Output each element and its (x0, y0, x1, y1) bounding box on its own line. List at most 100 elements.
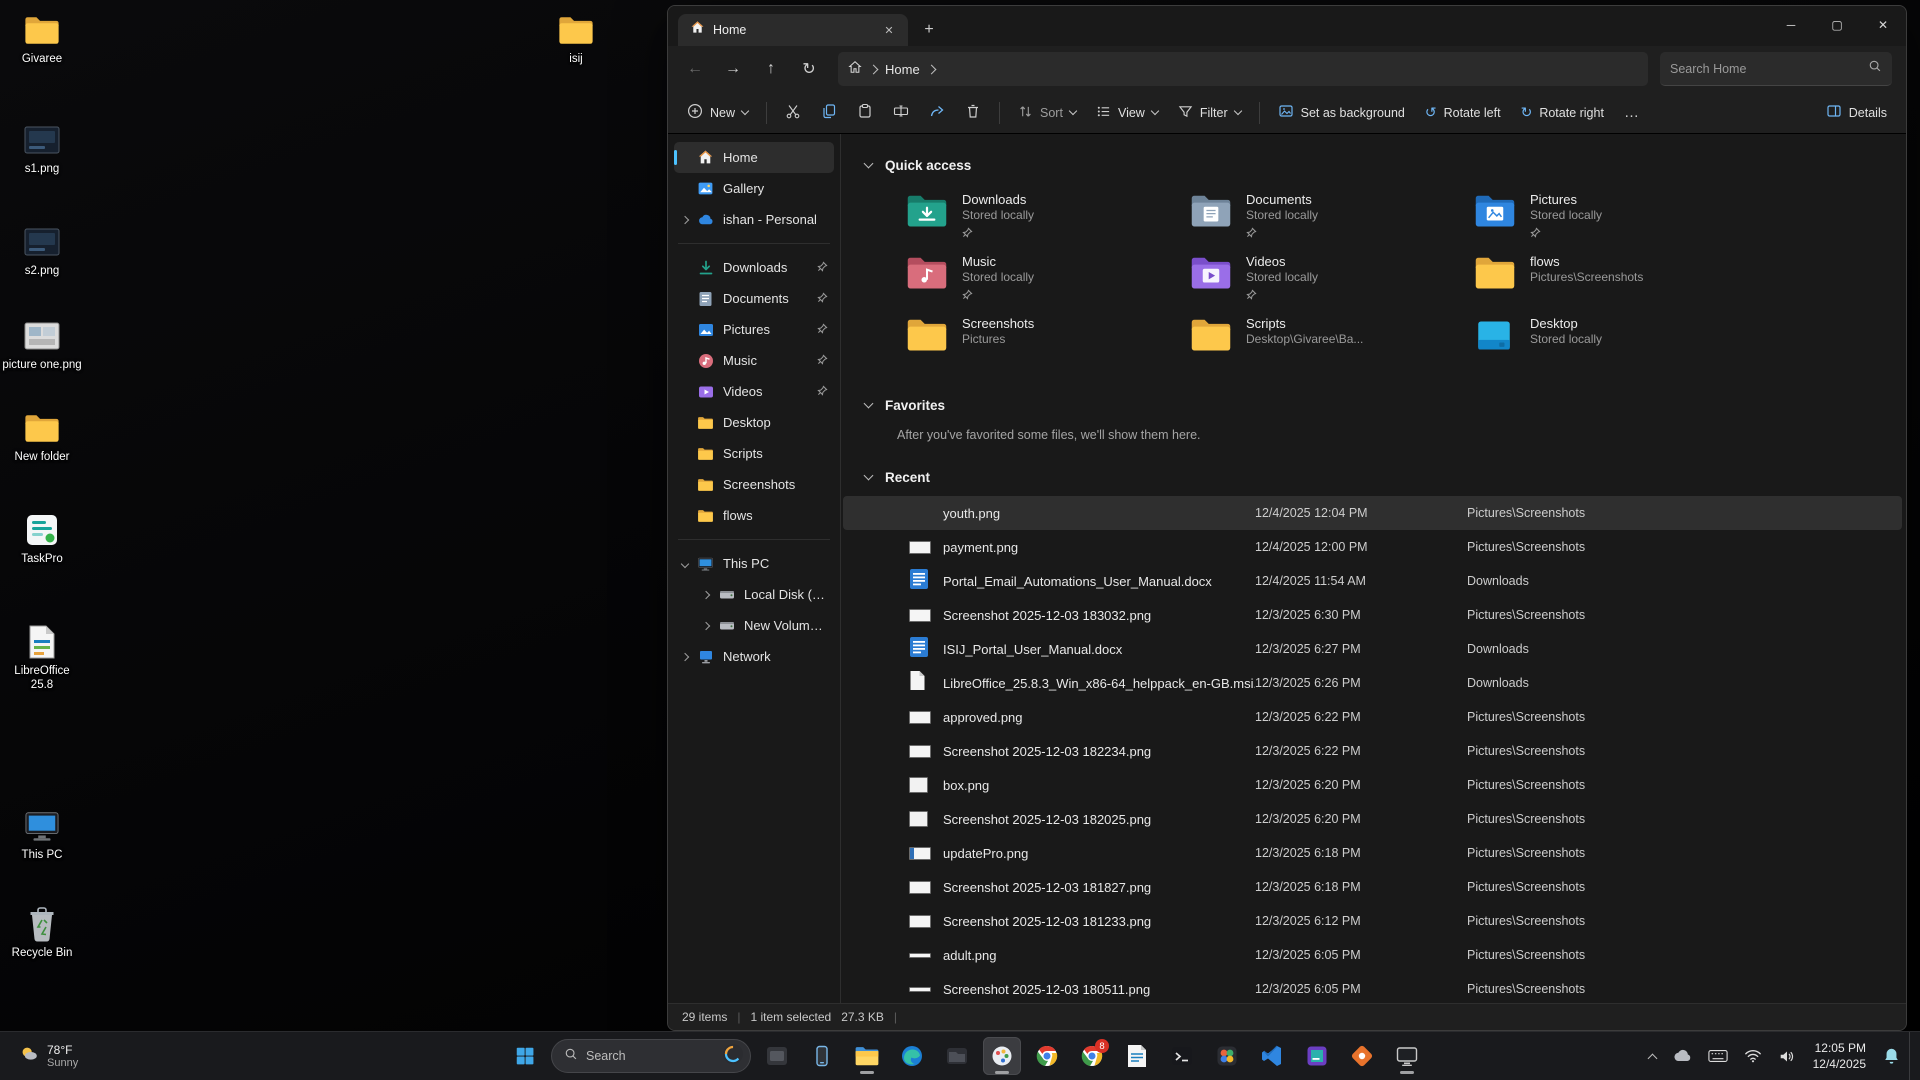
sidebar-item-pictures[interactable]: Pictures (674, 314, 834, 345)
onedrive-tray-icon[interactable] (1665, 1037, 1699, 1075)
chevron-down-icon[interactable] (681, 559, 689, 567)
taskbar-app-vscode[interactable] (1253, 1037, 1291, 1075)
taskbar-app-chrome-browser[interactable] (1028, 1037, 1066, 1075)
quick-access-screenshots[interactable]: Screenshots Pictures (897, 310, 1181, 368)
desktop-icon-isij[interactable]: isij (534, 12, 618, 66)
sidebar-item-local-disk-c-[interactable]: Local Disk (C:) (674, 579, 834, 610)
sidebar-item-music[interactable]: Music (674, 345, 834, 376)
taskbar-app-diamond-app[interactable] (1343, 1037, 1381, 1075)
forward-button[interactable]: → (716, 53, 750, 85)
taskbar-app-color-app[interactable] (1208, 1037, 1246, 1075)
quick-access-desktop[interactable]: Desktop Stored locally (1465, 310, 1749, 368)
quick-access-music[interactable]: Music Stored locally (897, 248, 1181, 306)
wifi-icon[interactable] (1737, 1037, 1769, 1075)
taskbar-app-paint-app[interactable] (983, 1037, 1021, 1075)
details-pane-button[interactable]: Details (1817, 97, 1896, 129)
quick-access-header[interactable]: Quick access (841, 152, 1906, 178)
sidebar-item-scripts[interactable]: Scripts (674, 438, 834, 469)
quick-access-scripts[interactable]: Scripts Desktop\Givaree\Ba... (1181, 310, 1465, 368)
tab-close-icon[interactable]: ✕ (878, 19, 900, 41)
quick-access-flows[interactable]: flows Pictures\Screenshots (1465, 248, 1749, 306)
show-desktop-button[interactable] (1909, 1032, 1914, 1080)
recent-file-row[interactable]: adult.png 12/3/2025 6:05 PM Pictures\Scr… (843, 938, 1902, 972)
sidebar-item-network[interactable]: Network (674, 641, 834, 672)
desktop-icon-picture-one-png[interactable]: picture one.png (0, 318, 84, 372)
quick-access-videos[interactable]: Videos Stored locally (1181, 248, 1465, 306)
up-button[interactable]: ↑ (754, 53, 788, 85)
section-collapse-icon[interactable] (864, 399, 874, 409)
taskbar-app-display-app[interactable] (1388, 1037, 1426, 1075)
recent-file-row[interactable]: updatePro.png 12/3/2025 6:18 PM Pictures… (843, 836, 1902, 870)
volume-icon[interactable] (1771, 1037, 1803, 1075)
taskbar-app-file-explorer[interactable] (848, 1037, 886, 1075)
breadcrumb-home-icon[interactable] (848, 60, 862, 79)
minimize-button[interactable]: ─ (1768, 6, 1814, 44)
recent-file-row[interactable]: box.png 12/3/2025 6:20 PM Pictures\Scree… (843, 768, 1902, 802)
recent-file-row[interactable]: Screenshot 2025-12-03 182234.png 12/3/20… (843, 734, 1902, 768)
paste-button[interactable] (848, 97, 882, 129)
chevron-right-icon[interactable] (702, 621, 710, 629)
sidebar-item-videos[interactable]: Videos (674, 376, 834, 407)
sidebar-item-documents[interactable]: Documents (674, 283, 834, 314)
view-button[interactable]: View (1087, 97, 1167, 129)
chevron-right-icon[interactable] (681, 652, 689, 660)
tab-home[interactable]: Home ✕ (678, 14, 908, 46)
recent-file-row[interactable]: ISIJ_Portal_User_Manual.docx 12/3/2025 6… (843, 632, 1902, 666)
recent-file-row[interactable]: Portal_Email_Automations_User_Manual.doc… (843, 564, 1902, 598)
copy-button[interactable] (812, 97, 846, 129)
desktop-icon-new-folder[interactable]: New folder (0, 410, 84, 464)
recent-file-row[interactable]: approved.png 12/3/2025 6:22 PM Pictures\… (843, 700, 1902, 734)
taskbar-app-purple-ide[interactable] (1298, 1037, 1336, 1075)
desktop-icon-this-pc[interactable]: This PC (0, 808, 84, 862)
tray-chevron-up-icon[interactable] (1642, 1037, 1663, 1075)
breadcrumb[interactable]: Home (838, 52, 1648, 86)
close-button[interactable]: ✕ (1860, 6, 1906, 44)
sidebar-item-desktop[interactable]: Desktop (674, 407, 834, 438)
recent-file-row[interactable]: Screenshot 2025-12-03 181827.png 12/3/20… (843, 870, 1902, 904)
breadcrumb-segment[interactable]: Home (885, 62, 920, 77)
taskbar-clock[interactable]: 12:05 PM 12/4/2025 (1805, 1040, 1874, 1072)
recent-file-row[interactable]: Screenshot 2025-12-03 182025.png 12/3/20… (843, 802, 1902, 836)
quick-access-documents[interactable]: Documents Stored locally (1181, 186, 1465, 244)
rotate-right-button[interactable]: ↻Rotate right (1512, 97, 1613, 129)
delete-button[interactable] (956, 97, 990, 129)
quick-access-downloads[interactable]: Downloads Stored locally (897, 186, 1181, 244)
chevron-right-icon[interactable] (702, 590, 710, 598)
taskbar-app-dark-folder-app[interactable] (938, 1037, 976, 1075)
recent-file-row[interactable]: payment.png 12/4/2025 12:00 PM Pictures\… (843, 530, 1902, 564)
rotate-left-button[interactable]: ↺Rotate left (1416, 97, 1510, 129)
desktop-icon-s2-png[interactable]: s2.png (0, 224, 84, 278)
taskbar-app-phone-link[interactable] (803, 1037, 841, 1075)
taskbar-app-terminal[interactable] (1163, 1037, 1201, 1075)
sidebar-item-new-volume-d-[interactable]: New Volume (D:) (674, 610, 834, 641)
sort-button[interactable]: Sort (1009, 97, 1085, 129)
maximize-button[interactable]: ▢ (1814, 6, 1860, 44)
rename-button[interactable] (884, 97, 918, 129)
sidebar-item-downloads[interactable]: Downloads (674, 252, 834, 283)
section-collapse-icon[interactable] (864, 471, 874, 481)
sidebar-item-ishan-personal[interactable]: ishan - Personal (674, 204, 834, 235)
recent-header[interactable]: Recent (841, 464, 1906, 490)
sidebar-item-this-pc[interactable]: This PC (674, 548, 834, 579)
touch-keyboard-icon[interactable] (1701, 1037, 1735, 1075)
sidebar-item-gallery[interactable]: Gallery (674, 173, 834, 204)
taskbar-app-edge-browser[interactable] (893, 1037, 931, 1075)
more-options-button[interactable]: … (1615, 97, 1648, 129)
quick-access-pictures[interactable]: Pictures Stored locally (1465, 186, 1749, 244)
search-box[interactable]: Search Home (1660, 52, 1892, 86)
taskbar-app-chrome-profile-2[interactable]: 8 (1073, 1037, 1111, 1075)
set-as-background-button[interactable]: Set as background (1269, 97, 1414, 129)
cut-button[interactable] (776, 97, 810, 129)
recent-file-row[interactable]: Screenshot 2025-12-03 180511.png 12/3/20… (843, 972, 1902, 1003)
favorites-header[interactable]: Favorites (841, 392, 1906, 418)
section-collapse-icon[interactable] (864, 159, 874, 169)
notification-bell-icon[interactable] (1876, 1037, 1907, 1075)
desktop-icon-libreoffice-25-8[interactable]: LibreOffice 25.8 (0, 624, 84, 693)
taskbar-app-libreoffice-writer[interactable] (1118, 1037, 1156, 1075)
start-button[interactable] (506, 1037, 544, 1075)
new-button[interactable]: New (678, 97, 757, 129)
weather-widget[interactable]: 78°F Sunny (10, 1032, 86, 1080)
desktop-icon-s1-png[interactable]: s1.png (0, 122, 84, 176)
taskbar-app-mail-app[interactable] (758, 1037, 796, 1075)
recent-file-row[interactable]: LibreOffice_25.8.3_Win_x86-64_helppack_e… (843, 666, 1902, 700)
